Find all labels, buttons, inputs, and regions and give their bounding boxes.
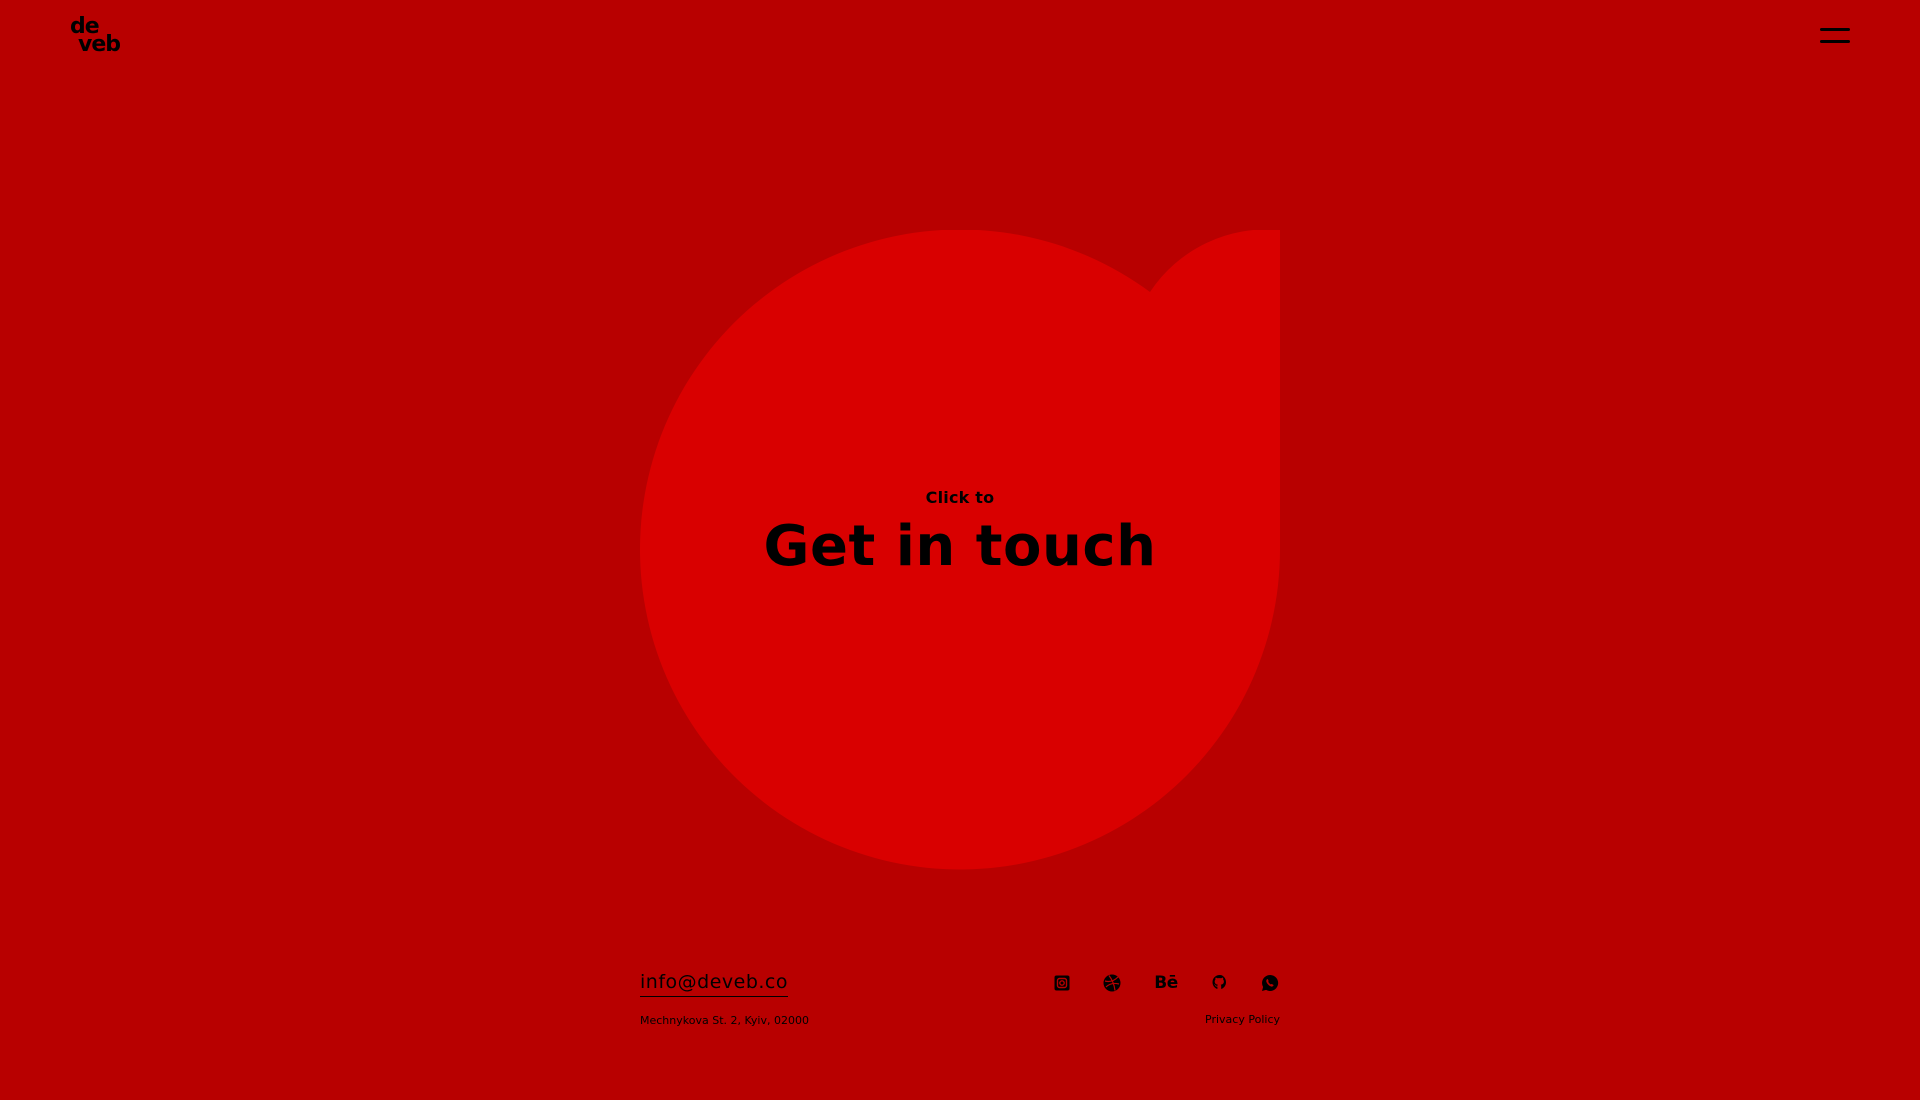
- menu-line-bottom: [1820, 40, 1850, 43]
- github-icon[interactable]: [1210, 969, 1230, 997]
- cta-small-label: Click to: [925, 488, 995, 507]
- cta-title: Get in touch: [763, 514, 1157, 579]
- hamburger-menu-icon[interactable]: [1820, 28, 1850, 46]
- instagram-icon[interactable]: [1052, 969, 1072, 997]
- behance-icon[interactable]: Bē: [1152, 969, 1180, 997]
- deveb-logo[interactable]: de veb: [68, 14, 128, 58]
- email-link[interactable]: info@deveb.co: [640, 968, 788, 997]
- office-address: Mechnykova St. 2, Kyiv, 02000: [640, 1014, 809, 1027]
- dribbble-icon[interactable]: [1102, 969, 1122, 997]
- logo-line-2: veb: [78, 32, 121, 57]
- contact-page: de veb Click to Get in touch info@deveb.…: [0, 0, 1920, 1100]
- cta-text-group: Click to Get in touch: [640, 230, 1280, 870]
- get-in-touch-button[interactable]: Click to Get in touch: [640, 230, 1280, 870]
- privacy-policy-link[interactable]: Privacy Policy: [1140, 1012, 1280, 1028]
- menu-line-top: [1820, 28, 1850, 31]
- social-links: Bē: [1048, 969, 1280, 997]
- whatsapp-icon[interactable]: [1260, 969, 1280, 997]
